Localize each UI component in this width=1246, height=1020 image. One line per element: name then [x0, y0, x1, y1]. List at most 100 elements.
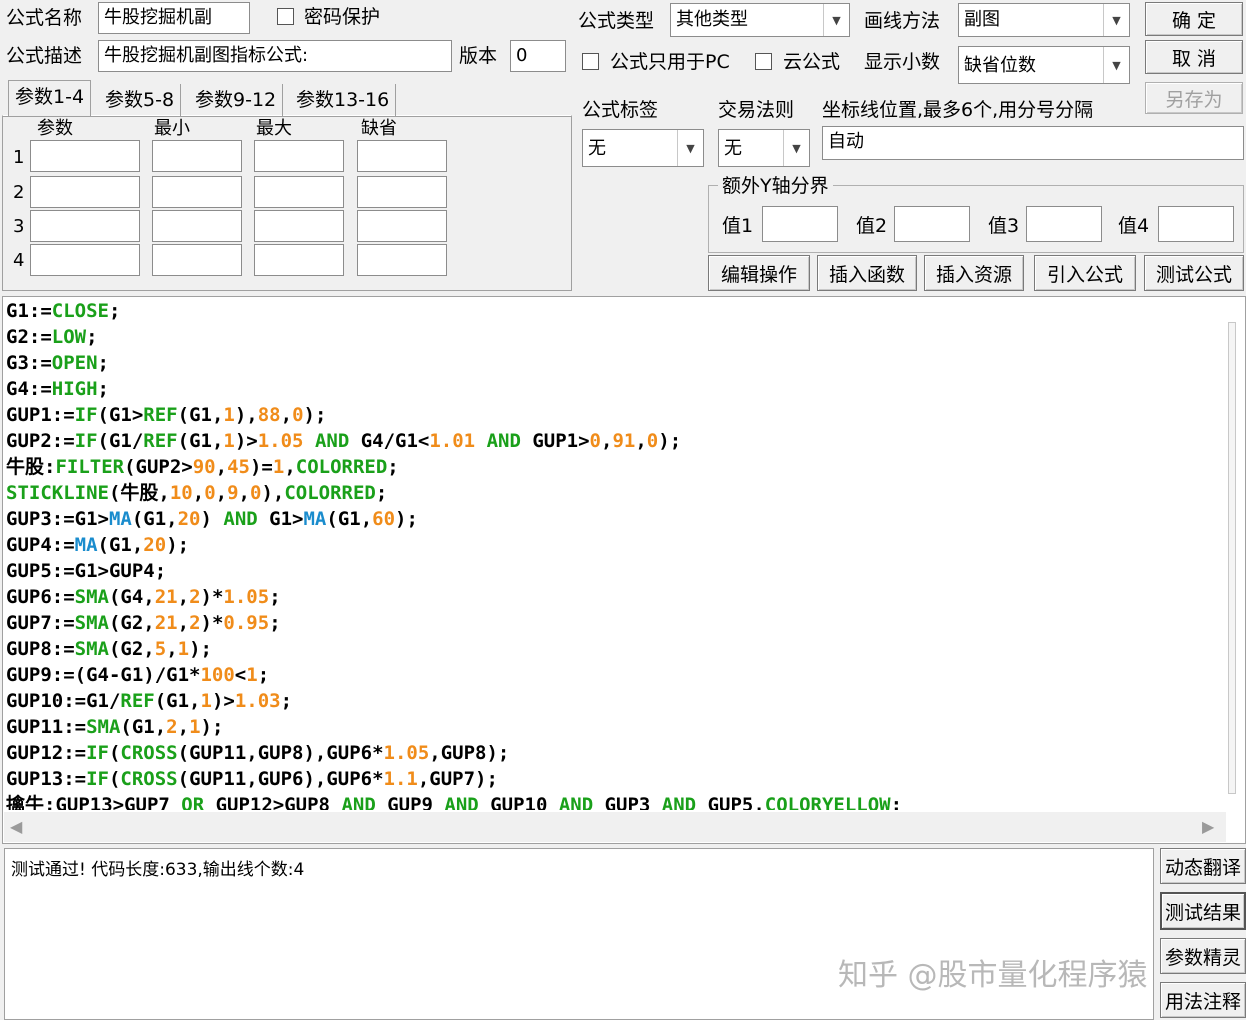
- dropdown-arrow-icon[interactable]: ▼: [823, 4, 849, 36]
- decimal-select[interactable]: 缺省位数 ▼: [958, 46, 1130, 84]
- version-input[interactable]: 0: [510, 40, 566, 72]
- save-as-button[interactable]: 另存为: [1145, 82, 1243, 114]
- param-default-input[interactable]: [357, 244, 447, 276]
- dropdown-arrow-icon[interactable]: ▼: [1103, 4, 1129, 36]
- trade-rule-value: 无: [724, 138, 742, 159]
- watermark: 知乎 @股市量化程序猿: [838, 958, 1148, 993]
- version-label: 版本: [459, 45, 498, 67]
- code-line[interactable]: GUP4:=MA(G1,20);: [6, 532, 1226, 558]
- code-line[interactable]: GUP9:=(G4-G1)/G1*100<1;: [6, 662, 1226, 688]
- tab-params-1-4[interactable]: 参数1-4: [8, 80, 92, 116]
- code-line[interactable]: 擒牛:GUP13>GUP7 OR GUP12>GUP8 AND GUP9 AND…: [6, 792, 1226, 810]
- param-name-input[interactable]: [30, 176, 140, 208]
- code-line[interactable]: GUP8:=SMA(G2,5,1);: [6, 636, 1226, 662]
- insert-resource-button[interactable]: 插入资源: [924, 255, 1024, 291]
- param-min-input[interactable]: [152, 244, 242, 276]
- code-line[interactable]: G1:=CLOSE;: [6, 298, 1226, 324]
- y-value2-input[interactable]: [894, 206, 970, 242]
- code-line[interactable]: 牛股:FILTER(GUP2>90,45)=1,COLORRED;: [6, 454, 1226, 480]
- usage-notes-button[interactable]: 用法注释: [1160, 982, 1246, 1018]
- param-row-number: 3: [13, 216, 25, 237]
- param-min-input[interactable]: [152, 210, 242, 242]
- draw-method-select[interactable]: 副图 ▼: [958, 3, 1130, 37]
- cloud-checkbox-icon[interactable]: [755, 53, 772, 70]
- formula-name-input[interactable]: 牛股挖掘机副: [98, 2, 250, 34]
- code-line[interactable]: GUP12:=IF(CROSS(GUP11,GUP8),GUP6*1.05,GU…: [6, 740, 1226, 766]
- code-line[interactable]: GUP3:=G1>MA(G1,20) AND G1>MA(G1,60);: [6, 506, 1226, 532]
- password-checkbox-icon[interactable]: [277, 8, 294, 25]
- param-name-input[interactable]: [30, 210, 140, 242]
- cancel-button[interactable]: 取 消: [1145, 40, 1243, 74]
- scroll-left-icon[interactable]: ◀: [10, 817, 22, 836]
- y-value1-label: 值1: [722, 215, 754, 237]
- output-text: 测试通过! 代码长度:633,输出线个数:4: [11, 860, 305, 880]
- code-line[interactable]: GUP6:=SMA(G4,21,2)*1.05;: [6, 584, 1226, 610]
- dynamic-translate-button[interactable]: 动态翻译: [1160, 848, 1246, 884]
- code-editor[interactable]: G1:=CLOSE; G2:=LOW; G3:=OPEN; G4:=HIGH; GUP1…: [4, 298, 1226, 810]
- code-line[interactable]: GUP1:=IF(G1>REF(G1,1),88,0);: [6, 402, 1226, 428]
- formula-tag-label: 公式标签: [582, 99, 659, 121]
- test-formula-button[interactable]: 测试公式: [1144, 255, 1244, 291]
- y-value1-input[interactable]: [762, 206, 838, 242]
- ok-button[interactable]: 确 定: [1145, 2, 1243, 36]
- code-line[interactable]: GUP11:=SMA(G1,2,1);: [6, 714, 1226, 740]
- y-value3-input[interactable]: [1026, 206, 1102, 242]
- param-max-input[interactable]: [254, 176, 344, 208]
- code-line[interactable]: GUP5:=G1>GUP4;: [6, 558, 1226, 584]
- y-value2-label: 值2: [856, 215, 888, 237]
- param-max-input[interactable]: [254, 140, 344, 172]
- param-max-input[interactable]: [254, 244, 344, 276]
- dropdown-arrow-icon[interactable]: ▼: [783, 130, 809, 166]
- param-default-input[interactable]: [357, 210, 447, 242]
- y-value4-label: 值4: [1118, 215, 1150, 237]
- formula-name-label: 公式名称: [6, 7, 83, 29]
- param-name-input[interactable]: [30, 140, 140, 172]
- param-header-min: 最小: [154, 118, 190, 139]
- horizontal-scrollbar[interactable]: [4, 812, 1226, 842]
- param-wizard-button[interactable]: 参数精灵: [1160, 938, 1246, 974]
- code-line[interactable]: STICKLINE(牛股,10,0,9,0),COLORRED;: [6, 480, 1226, 506]
- formula-tag-select[interactable]: 无 ▼: [582, 129, 704, 167]
- draw-method-value: 副图: [964, 9, 1000, 30]
- formula-desc-input[interactable]: 牛股挖掘机副图指标公式:: [98, 40, 452, 72]
- code-line[interactable]: GUP7:=SMA(G2,21,2)*0.95;: [6, 610, 1226, 636]
- code-line[interactable]: GUP2:=IF(G1/REF(G1,1)>1.05 AND G4/G1<1.0…: [6, 428, 1226, 454]
- param-min-input[interactable]: [152, 176, 242, 208]
- dropdown-arrow-icon[interactable]: ▼: [677, 130, 703, 166]
- edit-operation-button[interactable]: 编辑操作: [708, 255, 810, 291]
- pc-only-checkbox-icon[interactable]: [582, 53, 599, 70]
- axis-position-input[interactable]: 自动: [822, 126, 1244, 160]
- formula-desc-label: 公式描述: [6, 45, 83, 67]
- tab-params-13-16[interactable]: 参数13-16: [290, 84, 397, 116]
- test-result-button[interactable]: 测试结果: [1160, 892, 1246, 930]
- vertical-scrollbar[interactable]: [1228, 322, 1236, 794]
- scroll-right-icon[interactable]: ▶: [1202, 817, 1214, 836]
- param-row-number: 4: [13, 250, 25, 271]
- param-default-input[interactable]: [357, 140, 447, 172]
- dropdown-arrow-icon[interactable]: ▼: [1103, 47, 1129, 83]
- import-formula-button[interactable]: 引入公式: [1034, 255, 1136, 291]
- code-line[interactable]: G3:=OPEN;: [6, 350, 1226, 376]
- param-row-number: 1: [13, 147, 25, 168]
- password-label: 密码保护: [304, 6, 381, 28]
- param-max-input[interactable]: [254, 210, 344, 242]
- formula-type-select[interactable]: 其他类型 ▼: [670, 3, 850, 37]
- tab-params-9-12[interactable]: 参数9-12: [189, 84, 284, 116]
- param-name-input[interactable]: [30, 244, 140, 276]
- param-default-input[interactable]: [357, 176, 447, 208]
- trade-rule-label: 交易法则: [718, 99, 795, 121]
- param-header-name: 参数: [37, 118, 73, 139]
- code-line[interactable]: GUP13:=IF(CROSS(GUP11,GUP6),GUP6*1.1,GUP…: [6, 766, 1226, 792]
- code-line[interactable]: GUP10:=G1/REF(G1,1)>1.03;: [6, 688, 1226, 714]
- y-value3-label: 值3: [988, 215, 1020, 237]
- param-header-default: 缺省: [361, 118, 397, 139]
- code-line[interactable]: G4:=HIGH;: [6, 376, 1226, 402]
- formula-type-value: 其他类型: [676, 9, 748, 30]
- trade-rule-select[interactable]: 无 ▼: [718, 129, 810, 167]
- y-value4-input[interactable]: [1158, 206, 1234, 242]
- tab-params-5-8[interactable]: 参数5-8: [99, 84, 182, 116]
- formula-tag-value: 无: [588, 138, 606, 159]
- param-min-input[interactable]: [152, 140, 242, 172]
- code-line[interactable]: G2:=LOW;: [6, 324, 1226, 350]
- insert-function-button[interactable]: 插入函数: [817, 255, 917, 291]
